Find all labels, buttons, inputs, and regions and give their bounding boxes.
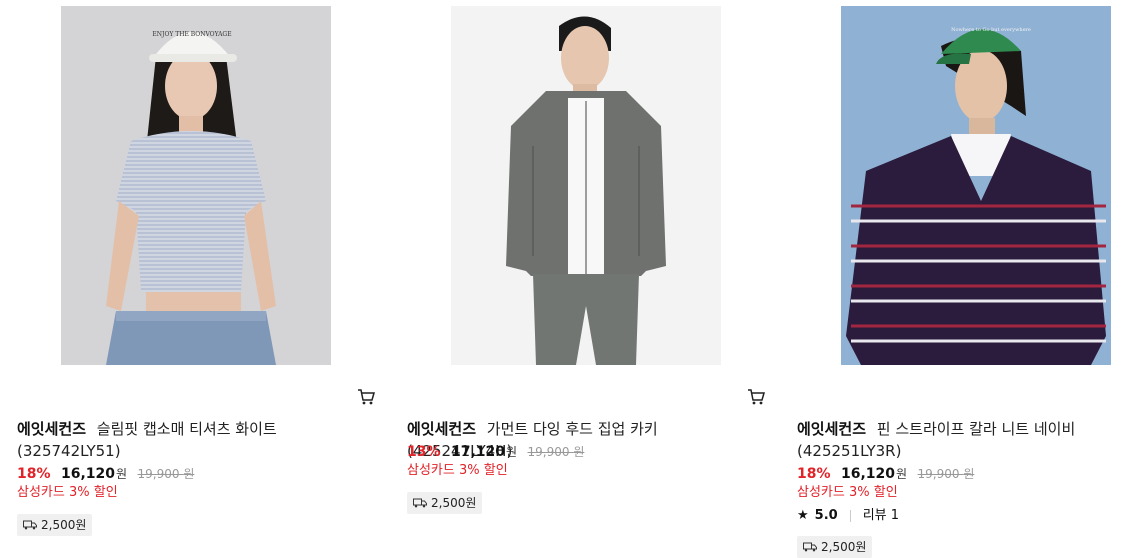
cart-icon	[748, 389, 765, 405]
rating-score: 5.0	[814, 508, 838, 523]
currency-label: 원	[116, 467, 128, 481]
card-discount: 삼성카드 3% 할인	[17, 485, 118, 500]
product-card-1[interactable]: ENJOY THE BONVOYAGE 에잇세컨즈 슬림핏 캡소매 티셔츠 화이…	[17, 0, 375, 556]
price-row: 18% 16,120원 19,900 원	[797, 464, 974, 484]
cap-text: Nowhere to Go but everywhere	[951, 27, 1031, 33]
shipping-badge: 2,500원	[797, 536, 873, 558]
add-to-cart-button[interactable]	[747, 388, 765, 406]
product-title[interactable]: 에잇세컨즈 핀 스트라이프 칼라 니트 네이비 (425251LY3R)	[797, 418, 1124, 462]
add-to-cart-button[interactable]	[357, 388, 375, 406]
brand-name: 에잇세컨즈	[407, 420, 477, 438]
discount-rate: 18%	[17, 466, 51, 482]
shipping-fee: 2,500원	[431, 496, 477, 510]
discount-rate: 18%	[797, 466, 831, 482]
truck-icon	[413, 498, 427, 508]
product-image[interactable]: ENJOY THE BONVOYAGE	[61, 6, 331, 365]
brand-name: 에잇세컨즈	[17, 420, 87, 438]
rating-row[interactable]: ★ 5.0 리뷰 1	[797, 507, 899, 525]
card-discount: 삼성카드 3% 할인	[407, 463, 508, 478]
product-image[interactable]: Nowhere to Go but everywhere	[841, 6, 1111, 365]
review-count: 리뷰 1	[862, 508, 900, 523]
shipping-badge: 2,500원	[17, 514, 93, 536]
product-image[interactable]	[451, 6, 721, 365]
shipping-badge: 2,500원	[407, 492, 483, 514]
cart-icon	[358, 389, 375, 405]
currency-label: 원	[896, 467, 908, 481]
original-price: 19,900 원	[917, 467, 975, 481]
discount-rate: 13%	[407, 444, 441, 460]
shipping-fee: 2,500원	[41, 518, 87, 532]
shipping-fee: 2,500원	[821, 540, 867, 554]
cap-text: ENJOY THE BONVOYAGE	[152, 31, 231, 38]
product-card-2[interactable]: 에잇세컨즈 가먼트 다잉 후드 집업 카키 (425241LY4H) 13% 1…	[407, 0, 765, 556]
currency-label: 원	[506, 445, 518, 459]
star-icon: ★	[797, 508, 809, 523]
sale-price: 16,120	[840, 466, 895, 482]
product-card-3[interactable]: Nowhere to Go but everywhere 에잇세컨즈 핀 스트라…	[797, 0, 1124, 558]
price-row: 13% 17,120원 19,900 원	[407, 442, 584, 462]
original-price: 19,900 원	[137, 467, 195, 481]
sale-price: 16,120	[60, 466, 115, 482]
card-discount: 삼성카드 3% 할인	[797, 485, 898, 500]
truck-icon	[23, 520, 37, 530]
sale-price: 17,120	[450, 444, 505, 460]
brand-name: 에잇세컨즈	[797, 420, 867, 438]
divider	[849, 510, 851, 522]
price-row: 18% 16,120원 19,900 원	[17, 464, 194, 484]
product-title[interactable]: 에잇세컨즈 슬림핏 캡소매 티셔츠 화이트 (325742LY51)	[17, 418, 347, 462]
truck-icon	[803, 542, 817, 552]
original-price: 19,900 원	[527, 445, 585, 459]
